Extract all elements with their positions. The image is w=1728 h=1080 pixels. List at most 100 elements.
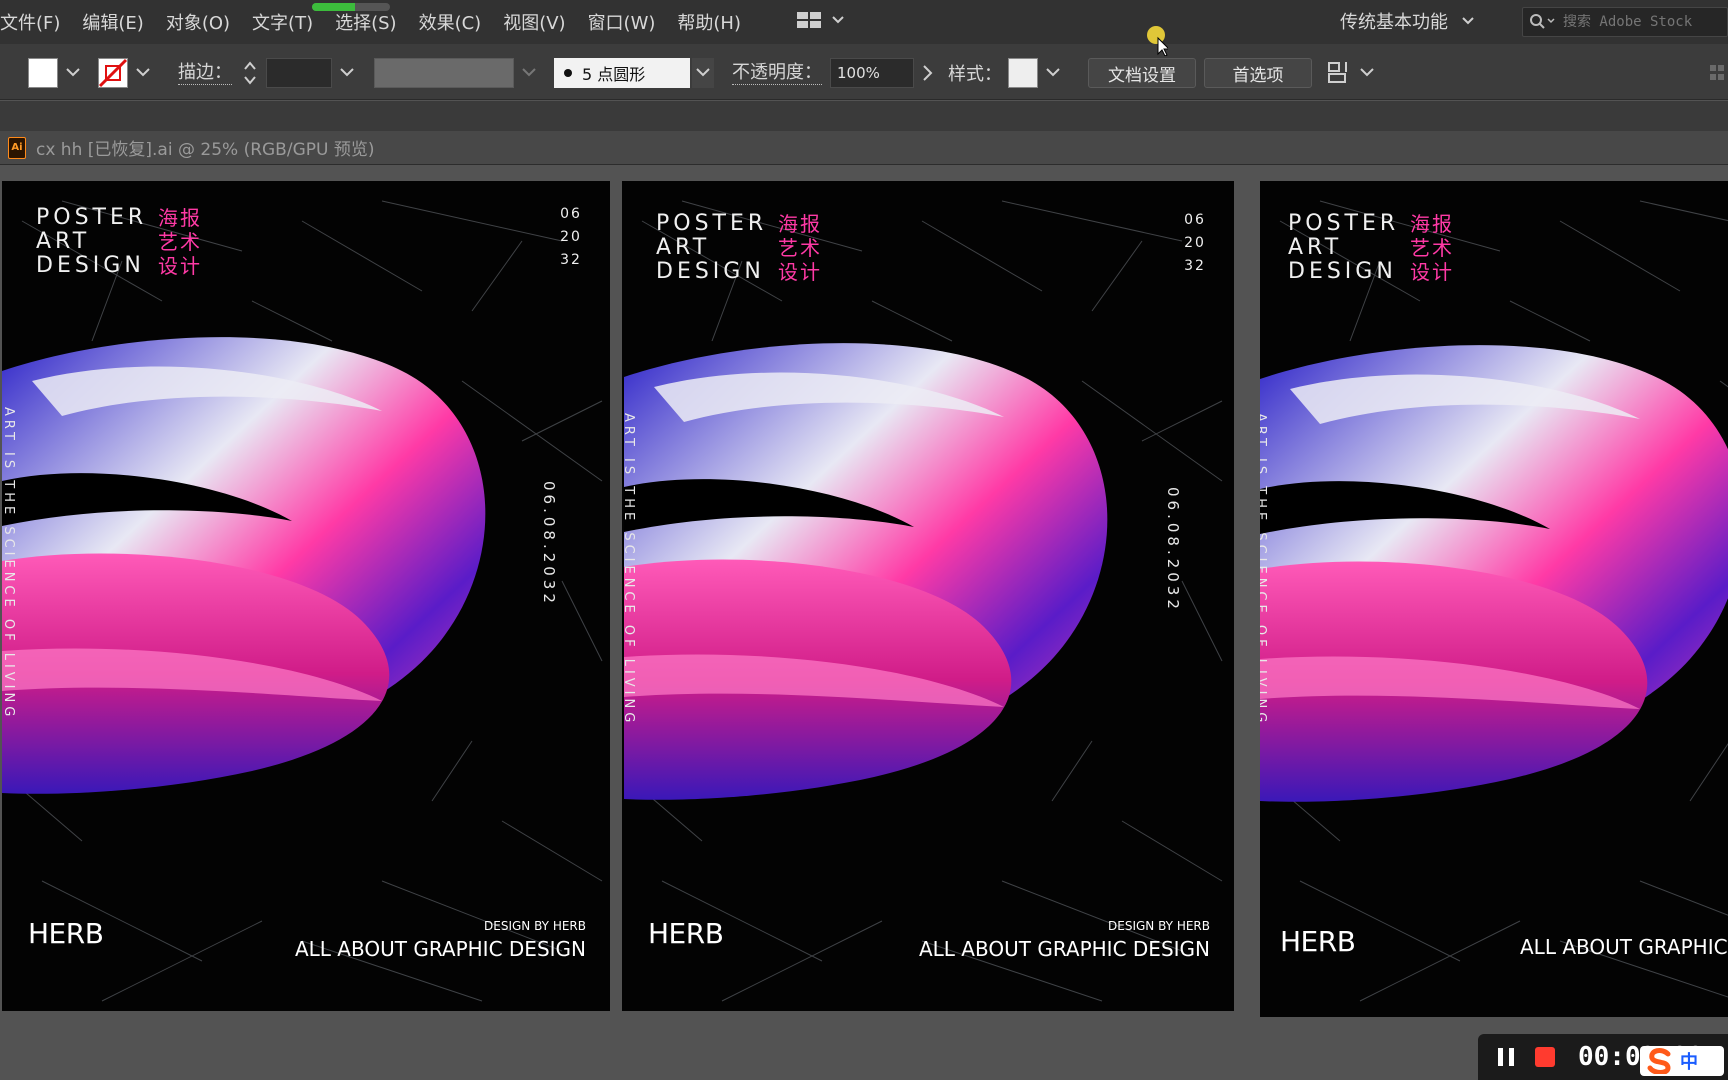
poster-vertical-tagline: ART IS THE SCIENCE OF LIVING <box>622 413 636 727</box>
menu-select[interactable]: 选择(S) <box>335 9 396 35</box>
poster-tagline: ALL ABOUT GRAPHIC DESIGN <box>294 937 586 961</box>
poster-date-stack: 06 <box>1184 212 1206 228</box>
menu-object[interactable]: 对象(O) <box>166 9 230 35</box>
menu-file[interactable]: 文件(F) <box>0 9 60 35</box>
poster-date-stack: 32 <box>560 252 582 268</box>
menu-type[interactable]: 文字(T) <box>252 9 313 35</box>
stroke-label[interactable]: 描边： <box>178 62 232 85</box>
poster-title-line: DESIGN <box>1288 259 1397 284</box>
document-tab[interactable]: Ai cx hh [已恢复].ai @ 25% (RGB/GPU 预览) <box>0 131 1728 165</box>
chevron-down-icon <box>522 68 536 77</box>
chevron-down-icon <box>1462 17 1474 25</box>
opacity-control[interactable]: 100% <box>830 58 938 88</box>
graphic-style-swatch[interactable] <box>1008 58 1038 88</box>
poster-title-cn: 艺术 <box>1410 236 1454 260</box>
poster-artwork <box>1260 181 1728 1017</box>
poster-vertical-date: 06.08.2032 <box>540 481 558 607</box>
poster-credit: DESIGN BY HERB <box>1108 919 1210 933</box>
brush-dot-icon <box>564 69 572 77</box>
poster-title-line: ART <box>656 235 711 260</box>
menu-bar: 文件(F) 编辑(E) 对象(O) 文字(T) 选择(S) 效果(C) 视图(V… <box>0 0 1728 44</box>
poster-artwork <box>2 181 610 1011</box>
opacity-field[interactable]: 100% <box>830 58 914 88</box>
progress-fill <box>312 3 355 11</box>
chevron-down-icon <box>696 68 710 77</box>
variable-width-field[interactable] <box>374 58 514 88</box>
poster-title-cn: 海报 <box>158 206 202 230</box>
opacity-label[interactable]: 不透明度： <box>732 62 822 85</box>
menu-help[interactable]: 帮助(H) <box>677 9 741 35</box>
poster-title-cn: 海报 <box>1410 212 1454 236</box>
artboard-canvas[interactable]: POSTER ART DESIGN 海报 艺术 设计 06 20 32 06.08.2032 ART… <box>0 166 1728 1080</box>
chevron-down-icon[interactable] <box>340 68 354 78</box>
artboard-1[interactable]: POSTER ART DESIGN 海报 艺术 设计 06 20 32 06.08.2032 ART… <box>2 181 610 1011</box>
poster-title-cn: 艺术 <box>158 230 202 254</box>
poster-artwork <box>622 181 1234 1011</box>
pause-icon[interactable] <box>1494 1045 1518 1069</box>
input-method-badge[interactable]: 中 <box>1640 1046 1724 1076</box>
poster-title-line: POSTER <box>36 205 148 230</box>
poster-title-line: DESIGN <box>36 253 145 278</box>
menu-view[interactable]: 视图(V) <box>503 9 565 35</box>
poster-tagline: ALL ABOUT GRAPHIC DESIGN <box>918 937 1210 961</box>
illustrator-file-icon: Ai <box>8 136 26 159</box>
stop-recording-icon[interactable] <box>1532 1044 1558 1070</box>
artboard-2[interactable]: POSTER ART DESIGN 海报 艺术 设计 06 20 32 06.08.2032 ART… <box>622 181 1234 1011</box>
chevron-down-icon <box>136 68 150 77</box>
poster-date-stack: 32 <box>1184 258 1206 274</box>
document-setup-button[interactable]: 文档设置 <box>1088 58 1196 88</box>
stroke-swatch-control[interactable] <box>98 58 150 88</box>
mouse-cursor <box>1146 26 1171 60</box>
fill-swatch[interactable] <box>28 58 58 88</box>
graphic-style-control[interactable] <box>1008 58 1060 88</box>
chevron-down-icon <box>1046 68 1060 77</box>
workspace-switcher[interactable]: 传统基本功能 <box>1340 8 1474 34</box>
search-icon <box>1530 14 1555 29</box>
menu-edit[interactable]: 编辑(E) <box>82 9 143 35</box>
poster-title-line: DESIGN <box>656 259 765 284</box>
chevron-right-icon[interactable] <box>918 63 938 83</box>
brush-definition[interactable]: 5 点圆形 <box>554 58 714 88</box>
layout-grid-icon <box>797 12 821 28</box>
arrange-documents-button[interactable] <box>796 10 844 30</box>
artboard-3[interactable]: POSTER ART DESIGN 海报 艺术 设计 ART IS THE SCIENCE … <box>1260 181 1728 1017</box>
poster-title-line: ART <box>36 229 91 254</box>
fill-swatch-control[interactable] <box>28 58 80 88</box>
arrange-button[interactable] <box>1326 58 1374 88</box>
stock-search <box>1522 7 1728 37</box>
ime-mode-label: 中 <box>1680 1052 1698 1073</box>
poster-title-line: POSTER <box>656 211 768 236</box>
chevron-down-icon <box>832 16 844 24</box>
poster-title-cn: 艺术 <box>778 236 822 260</box>
poster-vertical-date: 06.08.2032 <box>1164 487 1182 613</box>
brush-definition-field[interactable]: 5 点圆形 <box>554 58 690 88</box>
document-tab-title: cx hh [已恢复].ai @ 25% (RGB/GPU 预览) <box>36 140 375 160</box>
variable-width-profile[interactable] <box>374 58 536 88</box>
poster-vertical-tagline: ART IS THE SCIENCE OF LIVING <box>1260 413 1268 727</box>
poster-date-stack: 20 <box>1184 235 1206 251</box>
illustrator-window: 文件(F) 编辑(E) 对象(O) 文字(T) 选择(S) 效果(C) 视图(V… <box>0 0 1728 1080</box>
poster-title-cn: 设计 <box>158 254 202 278</box>
stepper-arrows-icon[interactable] <box>242 58 258 88</box>
stroke-weight-stepper[interactable] <box>242 58 354 88</box>
preferences-button[interactable]: 首选项 <box>1204 58 1312 88</box>
poster-title-line: ART <box>1288 235 1343 260</box>
chevron-down-icon <box>66 68 80 77</box>
menu-window[interactable]: 窗口(W) <box>588 9 656 35</box>
menu-effect[interactable]: 效果(C) <box>419 9 482 35</box>
poster-brand: HERB <box>28 917 104 950</box>
poster-title-cn: 设计 <box>778 260 822 284</box>
stroke-weight-field[interactable] <box>266 58 332 88</box>
poster-vertical-tagline: ART IS THE SCIENCE OF LIVING <box>2 407 16 721</box>
recording-progress-bar <box>312 3 390 11</box>
sogou-logo-icon <box>1647 1048 1671 1074</box>
poster-title-cn: 设计 <box>1410 260 1454 284</box>
panel-dock-gap <box>0 101 1728 131</box>
cursor-arrow-icon <box>1147 26 1171 57</box>
no-stroke-swatch-icon[interactable] <box>98 58 128 88</box>
poster-title-cn: 海报 <box>778 212 822 236</box>
brush-definition-value: 5 点圆形 <box>582 65 646 84</box>
brush-dropdown-button[interactable] <box>692 58 714 88</box>
stock-search-input[interactable] <box>1563 14 1713 30</box>
panel-menu-button[interactable] <box>1708 58 1726 88</box>
